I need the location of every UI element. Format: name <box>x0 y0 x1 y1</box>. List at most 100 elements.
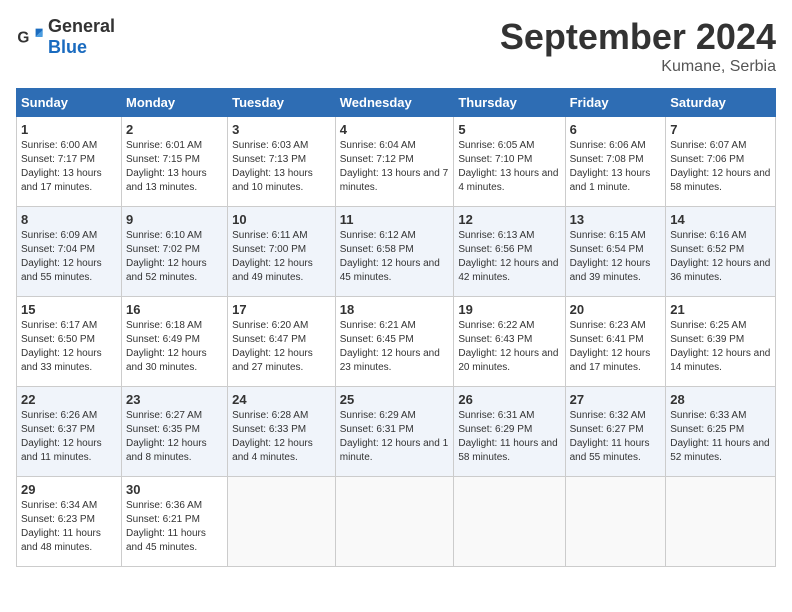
day-info: Sunrise: 6:33 AM Sunset: 6:25 PM Dayligh… <box>670 409 771 465</box>
table-row <box>454 477 565 567</box>
day-info: Sunrise: 6:05 AM Sunset: 7:10 PM Dayligh… <box>458 139 560 195</box>
col-wednesday: Wednesday <box>335 89 454 117</box>
day-info: Sunrise: 6:28 AM Sunset: 6:33 PM Dayligh… <box>232 409 331 465</box>
day-number: 9 <box>126 212 223 227</box>
day-number: 16 <box>126 302 223 317</box>
day-number: 10 <box>232 212 331 227</box>
location-title: Kumane, Serbia <box>500 58 776 76</box>
day-info: Sunrise: 6:25 AM Sunset: 6:39 PM Dayligh… <box>670 319 771 375</box>
day-info: Sunrise: 6:01 AM Sunset: 7:15 PM Dayligh… <box>126 139 223 195</box>
table-row: 9 Sunrise: 6:10 AM Sunset: 7:02 PM Dayli… <box>121 207 227 297</box>
col-monday: Monday <box>121 89 227 117</box>
table-row: 8 Sunrise: 6:09 AM Sunset: 7:04 PM Dayli… <box>17 207 122 297</box>
day-info: Sunrise: 6:13 AM Sunset: 6:56 PM Dayligh… <box>458 229 560 285</box>
table-row: 26 Sunrise: 6:31 AM Sunset: 6:29 PM Dayl… <box>454 387 565 477</box>
logo-general-text: General <box>48 16 115 36</box>
day-number: 30 <box>126 482 223 497</box>
title-section: September 2024 Kumane, Serbia <box>500 16 776 76</box>
day-number: 8 <box>21 212 117 227</box>
table-row: 1 Sunrise: 6:00 AM Sunset: 7:17 PM Dayli… <box>17 117 122 207</box>
table-row: 23 Sunrise: 6:27 AM Sunset: 6:35 PM Dayl… <box>121 387 227 477</box>
day-info: Sunrise: 6:10 AM Sunset: 7:02 PM Dayligh… <box>126 229 223 285</box>
day-number: 14 <box>670 212 771 227</box>
table-row: 14 Sunrise: 6:16 AM Sunset: 6:52 PM Dayl… <box>666 207 776 297</box>
day-info: Sunrise: 6:09 AM Sunset: 7:04 PM Dayligh… <box>21 229 117 285</box>
day-number: 7 <box>670 122 771 137</box>
table-row: 21 Sunrise: 6:25 AM Sunset: 6:39 PM Dayl… <box>666 297 776 387</box>
day-number: 21 <box>670 302 771 317</box>
table-row: 17 Sunrise: 6:20 AM Sunset: 6:47 PM Dayl… <box>228 297 336 387</box>
day-info: Sunrise: 6:17 AM Sunset: 6:50 PM Dayligh… <box>21 319 117 375</box>
day-number: 20 <box>570 302 662 317</box>
table-row: 24 Sunrise: 6:28 AM Sunset: 6:33 PM Dayl… <box>228 387 336 477</box>
day-number: 26 <box>458 392 560 407</box>
table-row: 30 Sunrise: 6:36 AM Sunset: 6:21 PM Dayl… <box>121 477 227 567</box>
table-row: 28 Sunrise: 6:33 AM Sunset: 6:25 PM Dayl… <box>666 387 776 477</box>
logo-blue-text: Blue <box>48 37 87 57</box>
table-row: 2 Sunrise: 6:01 AM Sunset: 7:15 PM Dayli… <box>121 117 227 207</box>
day-info: Sunrise: 6:15 AM Sunset: 6:54 PM Dayligh… <box>570 229 662 285</box>
day-number: 2 <box>126 122 223 137</box>
table-row: 10 Sunrise: 6:11 AM Sunset: 7:00 PM Dayl… <box>228 207 336 297</box>
table-row: 13 Sunrise: 6:15 AM Sunset: 6:54 PM Dayl… <box>565 207 666 297</box>
day-info: Sunrise: 6:27 AM Sunset: 6:35 PM Dayligh… <box>126 409 223 465</box>
col-saturday: Saturday <box>666 89 776 117</box>
table-row <box>335 477 454 567</box>
calendar-week-row: 22 Sunrise: 6:26 AM Sunset: 6:37 PM Dayl… <box>17 387 776 477</box>
day-info: Sunrise: 6:00 AM Sunset: 7:17 PM Dayligh… <box>21 139 117 195</box>
day-info: Sunrise: 6:04 AM Sunset: 7:12 PM Dayligh… <box>340 139 450 195</box>
day-info: Sunrise: 6:11 AM Sunset: 7:00 PM Dayligh… <box>232 229 331 285</box>
table-row: 6 Sunrise: 6:06 AM Sunset: 7:08 PM Dayli… <box>565 117 666 207</box>
calendar-week-row: 15 Sunrise: 6:17 AM Sunset: 6:50 PM Dayl… <box>17 297 776 387</box>
day-number: 5 <box>458 122 560 137</box>
day-number: 18 <box>340 302 450 317</box>
svg-text:G: G <box>17 30 29 47</box>
day-info: Sunrise: 6:22 AM Sunset: 6:43 PM Dayligh… <box>458 319 560 375</box>
day-info: Sunrise: 6:16 AM Sunset: 6:52 PM Dayligh… <box>670 229 771 285</box>
day-number: 24 <box>232 392 331 407</box>
day-info: Sunrise: 6:29 AM Sunset: 6:31 PM Dayligh… <box>340 409 450 465</box>
col-friday: Friday <box>565 89 666 117</box>
table-row: 15 Sunrise: 6:17 AM Sunset: 6:50 PM Dayl… <box>17 297 122 387</box>
table-row: 11 Sunrise: 6:12 AM Sunset: 6:58 PM Dayl… <box>335 207 454 297</box>
day-info: Sunrise: 6:03 AM Sunset: 7:13 PM Dayligh… <box>232 139 331 195</box>
day-number: 4 <box>340 122 450 137</box>
day-number: 27 <box>570 392 662 407</box>
day-number: 3 <box>232 122 331 137</box>
day-number: 11 <box>340 212 450 227</box>
table-row: 25 Sunrise: 6:29 AM Sunset: 6:31 PM Dayl… <box>335 387 454 477</box>
table-row: 20 Sunrise: 6:23 AM Sunset: 6:41 PM Dayl… <box>565 297 666 387</box>
day-number: 22 <box>21 392 117 407</box>
table-row: 3 Sunrise: 6:03 AM Sunset: 7:13 PM Dayli… <box>228 117 336 207</box>
table-row: 5 Sunrise: 6:05 AM Sunset: 7:10 PM Dayli… <box>454 117 565 207</box>
table-row: 12 Sunrise: 6:13 AM Sunset: 6:56 PM Dayl… <box>454 207 565 297</box>
day-number: 17 <box>232 302 331 317</box>
day-number: 12 <box>458 212 560 227</box>
day-number: 1 <box>21 122 117 137</box>
table-row: 4 Sunrise: 6:04 AM Sunset: 7:12 PM Dayli… <box>335 117 454 207</box>
calendar-header-row: Sunday Monday Tuesday Wednesday Thursday… <box>17 89 776 117</box>
day-info: Sunrise: 6:21 AM Sunset: 6:45 PM Dayligh… <box>340 319 450 375</box>
day-info: Sunrise: 6:12 AM Sunset: 6:58 PM Dayligh… <box>340 229 450 285</box>
day-info: Sunrise: 6:34 AM Sunset: 6:23 PM Dayligh… <box>21 499 117 555</box>
day-number: 29 <box>21 482 117 497</box>
logo: G General Blue <box>16 16 115 58</box>
day-number: 6 <box>570 122 662 137</box>
day-info: Sunrise: 6:36 AM Sunset: 6:21 PM Dayligh… <box>126 499 223 555</box>
day-number: 15 <box>21 302 117 317</box>
page-header: G General Blue September 2024 Kumane, Se… <box>16 16 776 76</box>
table-row: 29 Sunrise: 6:34 AM Sunset: 6:23 PM Dayl… <box>17 477 122 567</box>
table-row: 16 Sunrise: 6:18 AM Sunset: 6:49 PM Dayl… <box>121 297 227 387</box>
day-number: 13 <box>570 212 662 227</box>
day-info: Sunrise: 6:18 AM Sunset: 6:49 PM Dayligh… <box>126 319 223 375</box>
logo-icon: G <box>16 23 44 51</box>
day-info: Sunrise: 6:31 AM Sunset: 6:29 PM Dayligh… <box>458 409 560 465</box>
table-row <box>565 477 666 567</box>
col-sunday: Sunday <box>17 89 122 117</box>
calendar-table: Sunday Monday Tuesday Wednesday Thursday… <box>16 88 776 567</box>
day-info: Sunrise: 6:32 AM Sunset: 6:27 PM Dayligh… <box>570 409 662 465</box>
day-number: 28 <box>670 392 771 407</box>
calendar-week-row: 1 Sunrise: 6:00 AM Sunset: 7:17 PM Dayli… <box>17 117 776 207</box>
day-info: Sunrise: 6:26 AM Sunset: 6:37 PM Dayligh… <box>21 409 117 465</box>
table-row <box>666 477 776 567</box>
